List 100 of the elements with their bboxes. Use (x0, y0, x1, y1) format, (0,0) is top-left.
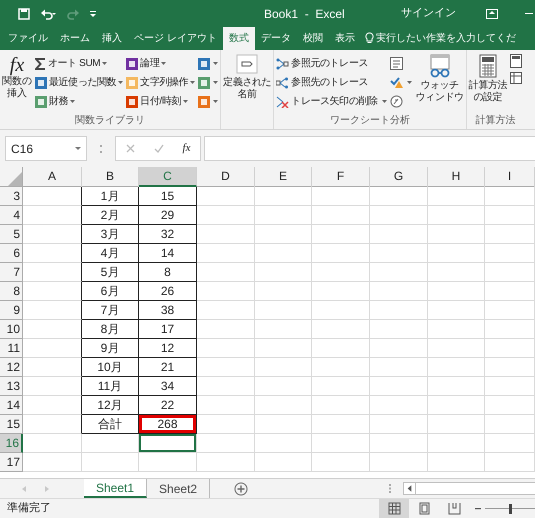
table-cell[interactable] (23, 244, 82, 263)
table-cell[interactable] (23, 320, 82, 339)
table-cell[interactable]: 14 (139, 244, 197, 263)
row-header[interactable]: 10 (0, 320, 23, 339)
ribbon-command[interactable]: 論理 (126, 54, 196, 73)
ribbon-command[interactable]: オート SUM (35, 54, 124, 73)
row-header[interactable]: 8 (0, 282, 23, 301)
add-sheet-icon[interactable] (234, 482, 248, 496)
grid-view-icon[interactable] (379, 498, 409, 518)
ribbon-command[interactable]: トレース矢印の削除 (276, 92, 387, 111)
column-header[interactable]: H (428, 167, 485, 187)
ribbon-display-icon[interactable] (486, 8, 498, 18)
enter-icon[interactable] (154, 144, 164, 153)
column-header[interactable]: G (370, 167, 428, 187)
formula-input[interactable] (204, 136, 535, 161)
ribbon-tab[interactable]: データ (254, 27, 297, 50)
lightbulb-icon[interactable] (364, 32, 374, 44)
row-header[interactable]: 5 (0, 225, 23, 244)
table-cell[interactable] (23, 206, 82, 225)
cancel-icon[interactable] (126, 144, 134, 153)
calculation-options-button[interactable]: 計算方法 の設定 (468, 54, 508, 114)
table-cell[interactable]: 5月 (82, 263, 139, 282)
table-cell[interactable]: 17 (139, 320, 197, 339)
table-cell[interactable]: 3月 (82, 225, 139, 244)
row-header[interactable]: 4 (0, 206, 23, 225)
ribbon-command[interactable]: 参照先のトレース (276, 73, 387, 92)
table-cell[interactable] (23, 339, 82, 358)
minimize-icon[interactable] (525, 12, 533, 14)
table-cell[interactable]: 8 (139, 263, 197, 282)
table-cell[interactable]: 21 (139, 358, 197, 377)
ribbon-tab[interactable]: ページ レイアウト (128, 27, 223, 50)
table-cell[interactable] (23, 263, 82, 282)
previous-sheet-icon[interactable] (22, 486, 26, 492)
table-cell[interactable]: 合計 (82, 415, 139, 434)
horizontal-scrollbar[interactable] (403, 482, 535, 495)
table-cell[interactable]: 26 (139, 282, 197, 301)
table-cell[interactable]: 32 (139, 225, 197, 244)
column-header[interactable]: F (312, 167, 370, 187)
table-cell[interactable]: 9月 (82, 339, 139, 358)
table-cell[interactable]: 12 (139, 339, 197, 358)
next-sheet-icon[interactable] (45, 486, 49, 492)
table-cell[interactable]: 1月 (82, 187, 139, 206)
insert-function-button[interactable]: fx 関数の 挿入 (2, 54, 32, 114)
table-cell[interactable]: 29 (139, 206, 197, 225)
row-header[interactable]: 13 (0, 377, 23, 396)
column-header[interactable]: E (255, 167, 312, 187)
table-cell[interactable] (23, 415, 82, 434)
ribbon-tab[interactable]: 校閲 (296, 27, 329, 50)
ribbon-command[interactable]: 参照元のトレース (276, 54, 387, 73)
active-cell[interactable] (139, 434, 197, 453)
row-header[interactable]: 3 (0, 187, 23, 206)
ribbon-command[interactable]: 文字列操作 (126, 73, 196, 92)
watch-window-button[interactable]: ウォッチ ウィンドウ (416, 54, 464, 114)
table-cell[interactable]: 34 (139, 377, 197, 396)
sign-in-link[interactable]: サインイン (401, 5, 456, 22)
ribbon-tab[interactable]: 挿入 (96, 27, 128, 50)
row-header[interactable]: 7 (0, 263, 23, 282)
table-cell[interactable] (23, 396, 82, 415)
table-cell[interactable]: 12月 (82, 396, 139, 415)
tell-me-field[interactable]: 実行したい作業を入力してくだ (376, 27, 516, 50)
ribbon-command[interactable]: 最近使った関数 (35, 73, 124, 92)
row-header[interactable]: 15 (0, 415, 23, 434)
ribbon-command[interactable]: 日付/時刻 (126, 92, 196, 111)
table-cell[interactable] (23, 282, 82, 301)
table-cell[interactable]: 6月 (82, 282, 139, 301)
table-cell[interactable] (23, 301, 82, 320)
row-header[interactable]: 11 (0, 339, 23, 358)
row-header[interactable]: 12 (0, 358, 23, 377)
table-cell[interactable]: 268 (139, 415, 197, 434)
table-cell[interactable] (23, 377, 82, 396)
defined-names-button[interactable]: 定義された 名前 (223, 54, 272, 101)
table-cell[interactable]: 22 (139, 396, 197, 415)
column-header[interactable]: D (197, 167, 255, 187)
table-cell[interactable] (23, 187, 82, 206)
insert-function-icon[interactable]: fx (182, 140, 190, 157)
row-header[interactable]: 16 (0, 434, 23, 453)
row-header[interactable]: 9 (0, 301, 23, 320)
column-header[interactable]: C (139, 167, 197, 187)
row-header[interactable]: 14 (0, 396, 23, 415)
table-cell[interactable]: 7月 (82, 301, 139, 320)
sheet-tab[interactable]: Sheet1 (84, 479, 148, 498)
table-cell[interactable]: 2月 (82, 206, 139, 225)
save-icon[interactable] (18, 8, 30, 20)
table-cell[interactable]: 4月 (82, 244, 139, 263)
ribbon-command[interactable]: 財務 (35, 92, 124, 111)
row-header[interactable]: 17 (0, 453, 23, 472)
column-header[interactable]: I (485, 167, 535, 187)
ribbon-tab[interactable]: ホーム (54, 27, 96, 50)
table-cell[interactable]: 11月 (82, 377, 139, 396)
customize-icon[interactable] (90, 10, 96, 16)
table-cell[interactable] (23, 225, 82, 244)
zoom-slider[interactable] (485, 504, 535, 514)
name-box[interactable]: C16 (5, 136, 87, 161)
undo-icon[interactable] (40, 8, 56, 20)
ribbon-tab[interactable]: ファイル (2, 27, 54, 50)
column-header[interactable]: A (23, 167, 82, 187)
ribbon-tab[interactable]: 表示 (328, 27, 361, 50)
ribbon-tab[interactable]: 数式 (222, 27, 255, 50)
table-cell[interactable]: 15 (139, 187, 197, 206)
table-cell[interactable]: 10月 (82, 358, 139, 377)
